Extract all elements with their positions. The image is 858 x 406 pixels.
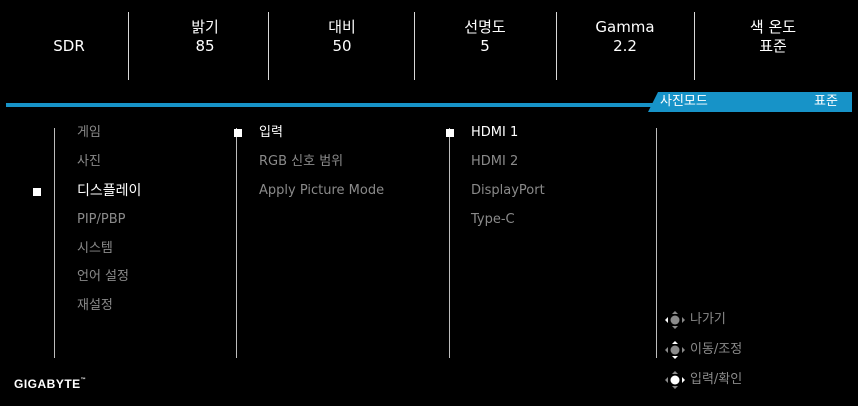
menu-item-game[interactable]: 게임 <box>77 124 101 142</box>
status-divider <box>414 12 415 80</box>
hint-exit-label: 나가기 <box>690 312 726 327</box>
sdr-indicator: SDR <box>4 37 134 56</box>
osd-panel: SDR 밝기 85 대비 50 선명도 5 Gamma 2.2 색 온도 표준 … <box>0 0 858 406</box>
gamma-value: 2.2 <box>613 37 637 55</box>
input-item-displayport[interactable]: DisplayPort <box>471 182 545 200</box>
status-divider <box>268 12 269 80</box>
brightness-status: 밝기 85 <box>140 18 270 56</box>
sharpness-value: 5 <box>480 37 490 55</box>
menu-column-line <box>656 128 657 358</box>
joystick-press-icon <box>665 371 685 389</box>
color-temp-value: 표준 <box>759 37 787 55</box>
color-temp-label: 색 온도 <box>749 18 797 36</box>
contrast-value: 50 <box>332 37 352 55</box>
sharpness-status: 선명도 5 <box>420 18 550 56</box>
color-temp-status: 색 온도 표준 <box>708 18 838 56</box>
menu-column-line <box>54 128 55 358</box>
menu-item-picture[interactable]: 사진 <box>77 153 101 171</box>
menu-item-display[interactable]: 디스플레이 <box>77 182 141 200</box>
input-item-hdmi2[interactable]: HDMI 2 <box>471 153 518 171</box>
selected-bullet <box>33 188 41 196</box>
submenu-item-apply-picture-mode[interactable]: Apply Picture Mode <box>259 182 384 200</box>
gamma-status: Gamma 2.2 <box>560 18 690 56</box>
sdr-label: SDR <box>53 37 85 55</box>
submenu-item-rgb-range[interactable]: RGB 신호 범위 <box>259 153 343 171</box>
picture-mode-value: 표준 <box>814 94 838 109</box>
picture-mode-label: 사진모드 <box>660 94 708 109</box>
joystick-left-icon <box>665 311 685 329</box>
gamma-label: Gamma <box>595 18 655 36</box>
joystick-updown-icon <box>665 341 685 359</box>
selected-bullet <box>446 129 454 137</box>
submenu-item-input[interactable]: 입력 <box>259 124 283 142</box>
contrast-status: 대비 50 <box>277 18 407 56</box>
brightness-value: 85 <box>195 37 215 55</box>
menu-column-line <box>449 128 450 358</box>
menu-item-reset[interactable]: 재설정 <box>77 297 113 315</box>
input-item-type-c[interactable]: Type-C <box>471 211 515 229</box>
status-divider <box>128 12 129 80</box>
brand-text: GIGABYTE <box>14 377 81 391</box>
hint-enter-confirm-label: 입력/확인 <box>690 372 743 387</box>
status-divider <box>694 12 695 80</box>
input-item-hdmi1[interactable]: HDMI 1 <box>471 124 518 142</box>
contrast-label: 대비 <box>328 18 356 36</box>
trademark-mark: ™ <box>80 377 87 383</box>
menu-item-system[interactable]: 시스템 <box>77 240 113 258</box>
brightness-label: 밝기 <box>191 18 219 36</box>
gigabyte-logo: GIGABYTE™ <box>14 377 86 391</box>
menu-item-pip-pbp[interactable]: PIP/PBP <box>77 211 126 229</box>
hint-move-adjust-label: 이동/조정 <box>690 342 743 357</box>
menu-column-line <box>236 128 237 358</box>
selected-bullet <box>234 129 242 137</box>
status-divider <box>556 12 557 80</box>
sharpness-label: 선명도 <box>464 18 506 36</box>
menu-item-language[interactable]: 언어 설정 <box>77 268 129 286</box>
